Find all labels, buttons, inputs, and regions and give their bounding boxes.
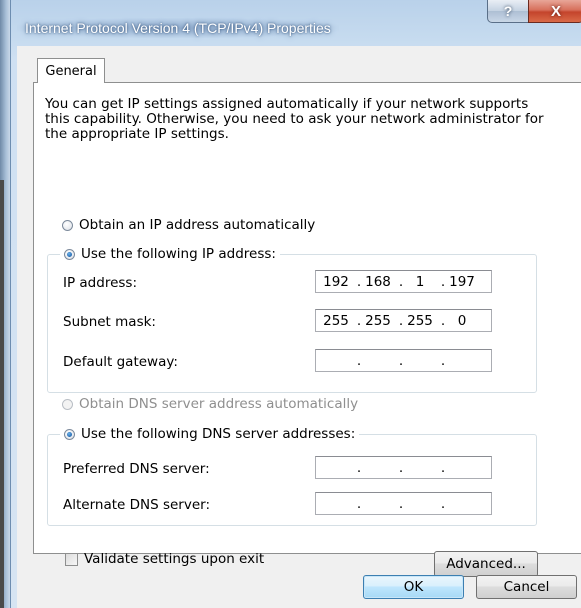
ip-separator: . (398, 496, 404, 512)
default-gateway-input[interactable]: . . . (315, 349, 492, 372)
obtain-dns-auto-label: Obtain DNS server address automatically (79, 396, 359, 412)
advanced-button[interactable]: Advanced... (434, 551, 538, 577)
use-following-dns-option[interactable]: Use the following DNS server addresses: (60, 426, 360, 442)
ip-separator: . (356, 460, 362, 476)
obtain-ip-auto-radio[interactable] (62, 219, 73, 231)
close-button[interactable]: X (528, 0, 581, 23)
obtain-dns-auto-option[interactable]: Obtain DNS server address automatically (62, 396, 358, 412)
ip-separator: . (398, 460, 404, 476)
use-following-dns-label: Use the following DNS server addresses: (81, 426, 356, 442)
ip-address-label: IP address: (63, 275, 137, 291)
validate-settings-option[interactable]: Validate settings upon exit (65, 551, 264, 567)
subnet-mask-label: Subnet mask: (63, 314, 156, 330)
subnet-octet-2: 255 (365, 313, 391, 329)
title-bar[interactable]: Internet Protocol Version 4 (TCP/IPv4) P… (11, 0, 581, 46)
cancel-button[interactable]: Cancel (476, 575, 577, 599)
alternate-dns-input[interactable]: . . . (315, 492, 492, 515)
ip-address-input[interactable]: 192 . 168 . 1 . 197 (315, 270, 492, 293)
intro-text: You can get IP settings assigned automat… (45, 96, 544, 142)
validate-settings-label: Validate settings upon exit (84, 551, 265, 567)
general-tab-panel: You can get IP settings assigned automat… (33, 82, 581, 577)
window-title: Internet Protocol Version 4 (TCP/IPv4) P… (17, 18, 339, 38)
subnet-octet-4: 0 (457, 313, 467, 329)
ok-button[interactable]: OK (363, 575, 464, 599)
tab-general[interactable]: General (37, 58, 105, 83)
ip-octet-1: 192 (323, 274, 349, 290)
ip-separator: . (440, 496, 446, 512)
use-following-ip-radio[interactable] (64, 248, 75, 260)
obtain-ip-auto-option[interactable]: Obtain an IP address automatically (62, 217, 315, 233)
validate-settings-checkbox[interactable] (65, 552, 78, 566)
preferred-dns-label: Preferred DNS server: (63, 461, 210, 477)
use-following-ip-option[interactable]: Use the following IP address: (60, 246, 280, 262)
ip-separator: . (356, 496, 362, 512)
ip-separator: . (440, 460, 446, 476)
dialog-client-area: General You can get IP settings assigned… (17, 46, 581, 608)
ip-separator: . (440, 353, 446, 369)
ip-separator: . (356, 353, 362, 369)
help-icon: ? (503, 3, 513, 19)
ip-octet-3: 1 (415, 274, 425, 290)
use-following-ip-label: Use the following IP address: (81, 246, 276, 262)
obtain-dns-auto-radio[interactable] (62, 398, 73, 410)
ip-octet-2: 168 (365, 274, 391, 290)
preferred-dns-input[interactable]: . . . (315, 456, 492, 479)
alternate-dns-label: Alternate DNS server: (63, 497, 211, 513)
ip-octet-4: 197 (449, 274, 475, 290)
default-gateway-label: Default gateway: (63, 354, 178, 370)
close-icon: X (550, 2, 561, 20)
obtain-ip-auto-label: Obtain an IP address automatically (79, 217, 316, 233)
ip-separator: . (398, 353, 404, 369)
subnet-mask-input[interactable]: 255 . 255 . 255 . 0 (315, 309, 492, 332)
subnet-octet-1: 255 (323, 313, 349, 329)
ipv4-properties-dialog: Internet Protocol Version 4 (TCP/IPv4) P… (10, 0, 581, 608)
use-following-dns-radio[interactable] (64, 428, 75, 440)
background-window-edge (0, 0, 10, 608)
subnet-octet-3: 255 (407, 313, 433, 329)
help-button[interactable]: ? (487, 0, 529, 23)
